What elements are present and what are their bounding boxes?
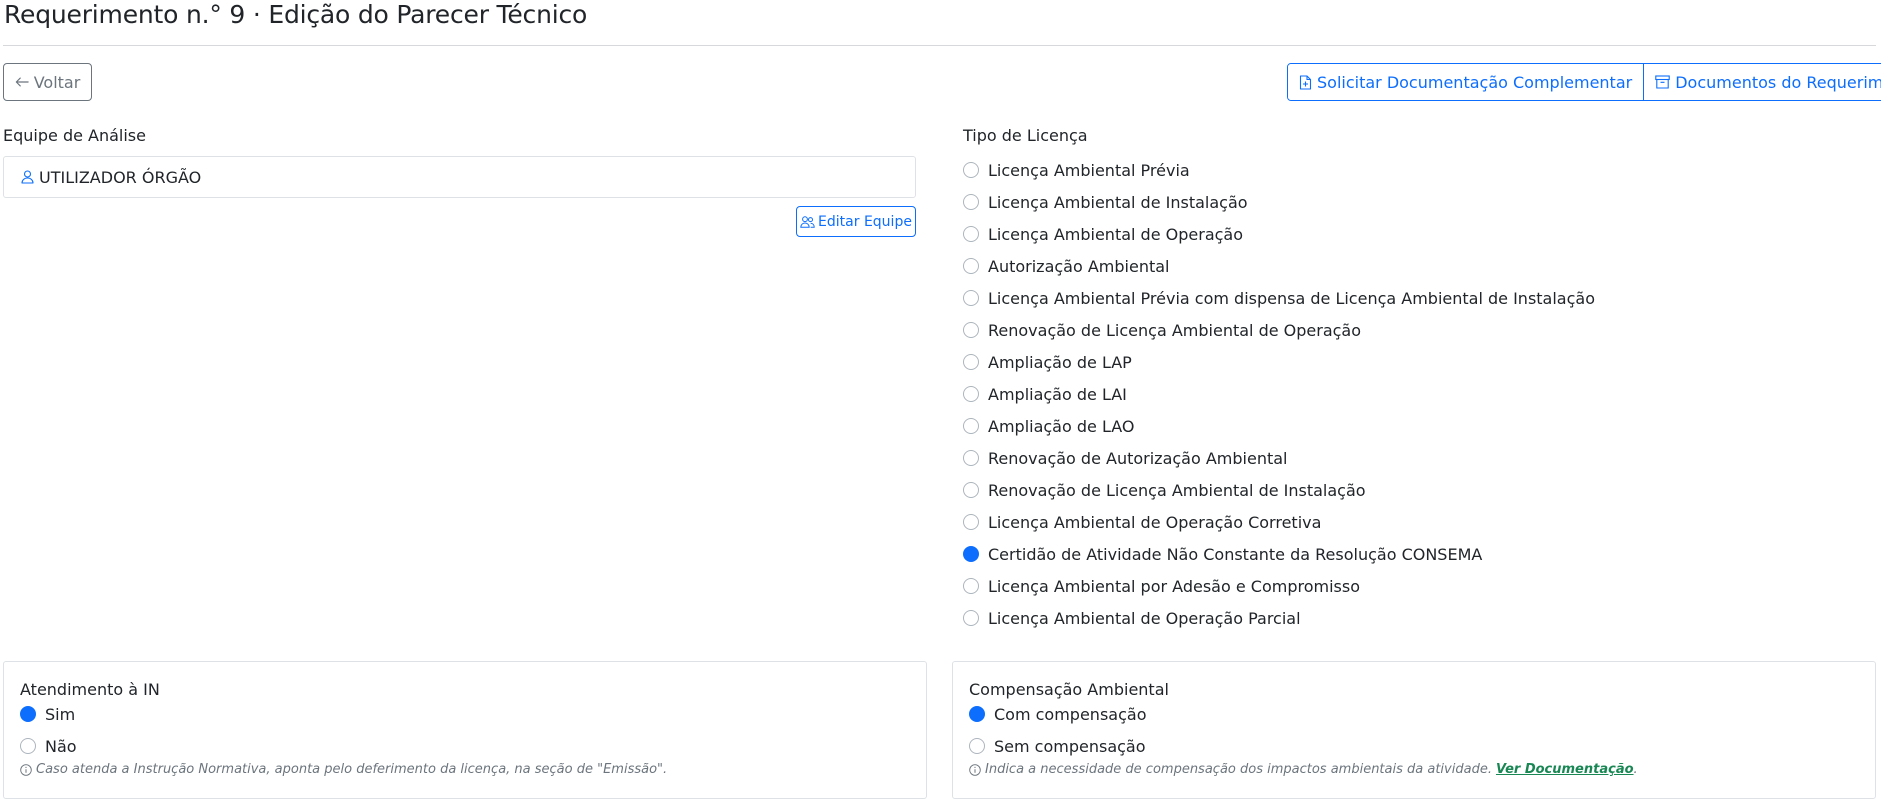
license-type-options: Licença Ambiental Prévia Licença Ambienta… [963, 154, 1595, 634]
radio-no[interactable] [20, 738, 36, 754]
license-option[interactable]: Renovação de Autorização Ambiental [963, 442, 1595, 474]
compensation-hint-text: Indica a necessidade de compensação dos … [985, 762, 1492, 777]
users-icon [800, 215, 815, 228]
license-radio[interactable] [963, 162, 979, 178]
team-label: Equipe de Análise [3, 126, 146, 145]
in-compliance-option-yes[interactable]: Sim [20, 702, 75, 726]
edit-team-button[interactable]: Editar Equipe [796, 206, 916, 237]
license-option[interactable]: Certidão de Atividade Não Constante da R… [963, 538, 1595, 570]
in-compliance-hint: Caso atenda a Instrução Normativa, apont… [20, 762, 667, 777]
license-option-label: Licença Ambiental de Operação Parcial [988, 608, 1301, 628]
license-option-label: Licença Ambiental de Instalação [988, 192, 1248, 212]
license-radio[interactable] [963, 258, 979, 274]
license-radio[interactable] [963, 194, 979, 210]
info-circle-icon [969, 763, 981, 776]
in-compliance-no-label: Não [45, 736, 77, 756]
license-option[interactable]: Licença Ambiental Prévia [963, 154, 1595, 186]
in-compliance-hint-text: Caso atenda a Instrução Normativa, apont… [36, 762, 668, 777]
radio-without-compensation[interactable] [969, 738, 985, 754]
compensation-hint: Indica a necessidade de compensação dos … [969, 762, 1638, 777]
team-member-name: UTILIZADOR ÓRGÃO [39, 167, 202, 187]
arrow-left-icon [15, 75, 29, 89]
license-option-label: Licença Ambiental por Adesão e Compromis… [988, 576, 1360, 596]
request-documents-button[interactable]: Documentos do Requerimento [1643, 64, 1881, 100]
license-option[interactable]: Licença Ambiental Prévia com dispensa de… [963, 282, 1595, 314]
compensation-hint-suffix: . [1633, 762, 1638, 777]
compensation-card: Compensação Ambiental Com compensação Se… [952, 661, 1876, 799]
in-compliance-yes-label: Sim [45, 704, 76, 724]
document-actions: Solicitar Documentação Complementar Docu… [1287, 63, 1881, 101]
in-compliance-card: Atendimento à IN Sim Não Caso atenda a I… [3, 661, 927, 799]
license-radio[interactable] [963, 226, 979, 242]
license-option-label: Licença Ambiental de Operação Corretiva [988, 512, 1322, 532]
request-docs-button[interactable]: Solicitar Documentação Complementar [1288, 64, 1644, 100]
license-option[interactable]: Ampliação de LAP [963, 346, 1595, 378]
license-radio[interactable] [963, 450, 979, 466]
view-documentation-link[interactable]: Ver Documentação [1496, 762, 1634, 777]
in-compliance-option-no[interactable]: Não [20, 734, 77, 758]
license-radio[interactable] [963, 418, 979, 434]
license-option[interactable]: Renovação de Licença Ambiental de Instal… [963, 474, 1595, 506]
request-docs-label: Solicitar Documentação Complementar [1317, 72, 1633, 92]
license-radio[interactable] [963, 482, 979, 498]
license-option-label: Renovação de Licença Ambiental de Instal… [988, 480, 1366, 500]
license-option-label: Licença Ambiental Prévia [988, 160, 1190, 180]
in-compliance-title: Atendimento à IN [20, 680, 160, 699]
license-option-label: Ampliação de LAO [988, 416, 1135, 436]
compensation-option-without[interactable]: Sem compensação [969, 734, 1146, 758]
license-radio[interactable] [963, 386, 979, 402]
license-radio[interactable] [963, 354, 979, 370]
user-icon [21, 170, 34, 184]
license-option-label: Licença Ambiental Prévia com dispensa de… [988, 288, 1595, 308]
license-radio[interactable] [963, 610, 979, 626]
compensation-title: Compensação Ambiental [969, 680, 1169, 699]
edit-team-label: Editar Equipe [818, 213, 912, 230]
license-option-label: Renovação de Autorização Ambiental [988, 448, 1288, 468]
license-radio[interactable] [963, 322, 979, 338]
license-option[interactable]: Licença Ambiental por Adesão e Compromis… [963, 570, 1595, 602]
license-option[interactable]: Ampliação de LAO [963, 410, 1595, 442]
license-option-label: Ampliação de LAP [988, 352, 1132, 372]
title-divider [3, 45, 1876, 46]
compensation-without-label: Sem compensação [994, 736, 1146, 756]
page-title: Requerimento n.° 9 · Edição do Parecer T… [4, 0, 588, 29]
license-option-label: Ampliação de LAI [988, 384, 1127, 404]
license-option[interactable]: Renovação de Licença Ambiental de Operaç… [963, 314, 1595, 346]
license-radio[interactable] [963, 578, 979, 594]
license-radio[interactable] [963, 546, 979, 562]
license-option[interactable]: Licença Ambiental de Operação Parcial [963, 602, 1595, 634]
license-type-label: Tipo de Licença [963, 126, 1088, 145]
radio-with-compensation[interactable] [969, 706, 985, 722]
back-button[interactable]: Voltar [3, 63, 92, 101]
license-option-label: Autorização Ambiental [988, 256, 1170, 276]
request-documents-label: Documentos do Requerimento [1675, 72, 1881, 92]
license-option[interactable]: Autorização Ambiental [963, 250, 1595, 282]
info-circle-icon [20, 763, 32, 776]
team-member-field: UTILIZADOR ÓRGÃO [3, 156, 916, 198]
compensation-with-label: Com compensação [994, 704, 1147, 724]
license-option-label: Renovação de Licença Ambiental de Operaç… [988, 320, 1362, 340]
license-option-label: Licença Ambiental de Operação [988, 224, 1244, 244]
license-option[interactable]: Licença Ambiental de Operação Corretiva [963, 506, 1595, 538]
license-radio[interactable] [963, 514, 979, 530]
license-option[interactable]: Licença Ambiental de Operação [963, 218, 1595, 250]
radio-yes[interactable] [20, 706, 36, 722]
back-button-label: Voltar [33, 72, 81, 92]
compensation-option-with[interactable]: Com compensação [969, 702, 1146, 726]
license-option-label: Certidão de Atividade Não Constante da R… [988, 544, 1483, 564]
license-option[interactable]: Ampliação de LAI [963, 378, 1595, 410]
file-plus-icon [1299, 74, 1312, 90]
license-option[interactable]: Licença Ambiental de Instalação [963, 186, 1595, 218]
archive-icon [1655, 75, 1670, 89]
license-radio[interactable] [963, 290, 979, 306]
